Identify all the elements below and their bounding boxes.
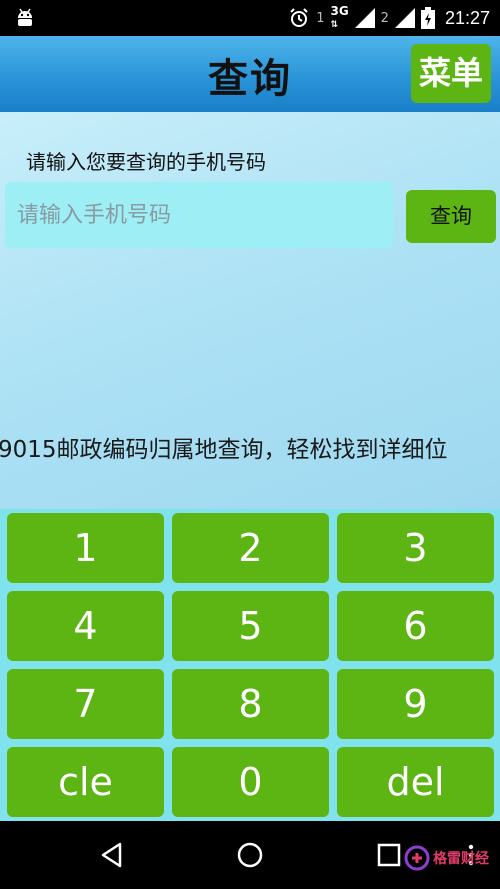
key-2[interactable]: 2 — [172, 513, 329, 583]
scrolling-notice: 9015邮政编码归属地查询，轻松找到详细位 — [0, 437, 448, 463]
query-button[interactable]: 查询 — [406, 190, 496, 243]
alarm-icon — [290, 8, 308, 27]
clock: 21:27 — [444, 7, 490, 28]
sim1-label: 1 — [316, 10, 325, 26]
key-4[interactable]: 4 — [7, 591, 164, 661]
phone-number-input[interactable] — [5, 182, 393, 248]
menu-button[interactable]: 菜单 — [411, 44, 491, 103]
key-7[interactable]: 7 — [7, 669, 164, 739]
watermark-text: 格雷财经 — [433, 851, 489, 867]
key-6[interactable]: 6 — [337, 591, 494, 661]
prompt-label: 请输入您要查询的手机号码 — [26, 150, 266, 174]
main-content: 请输入您要查询的手机号码 查询 9015邮政编码归属地查询，轻松找到详细位 — [0, 112, 500, 509]
key-5[interactable]: 5 — [172, 591, 329, 661]
key-0[interactable]: 0 — [172, 747, 329, 817]
key-3[interactable]: 3 — [337, 513, 494, 583]
watermark-logo-icon — [404, 845, 430, 871]
key-clear[interactable]: cle — [7, 747, 164, 817]
app-bar: 查询 菜单 — [0, 36, 500, 112]
number-keypad: 1 2 3 4 5 6 7 8 9 cle 0 del — [0, 509, 500, 821]
key-delete[interactable]: del — [337, 747, 494, 817]
signal-icon — [354, 8, 375, 28]
watermark-logo: 格雷财经 — [404, 845, 489, 871]
signal-icon — [394, 8, 415, 28]
back-icon[interactable] — [98, 841, 126, 869]
android-icon — [18, 8, 32, 26]
battery-icon — [420, 7, 435, 29]
sim2-label: 2 — [380, 10, 389, 26]
network-type: 3G ⇅ — [330, 4, 349, 30]
recents-icon[interactable] — [376, 841, 402, 869]
status-bar: 1 3G ⇅ 2 21:27 — [0, 0, 500, 36]
key-8[interactable]: 8 — [172, 669, 329, 739]
key-1[interactable]: 1 — [7, 513, 164, 583]
key-9[interactable]: 9 — [337, 669, 494, 739]
home-icon[interactable] — [236, 841, 264, 869]
network-type-label: 3G — [330, 4, 349, 18]
